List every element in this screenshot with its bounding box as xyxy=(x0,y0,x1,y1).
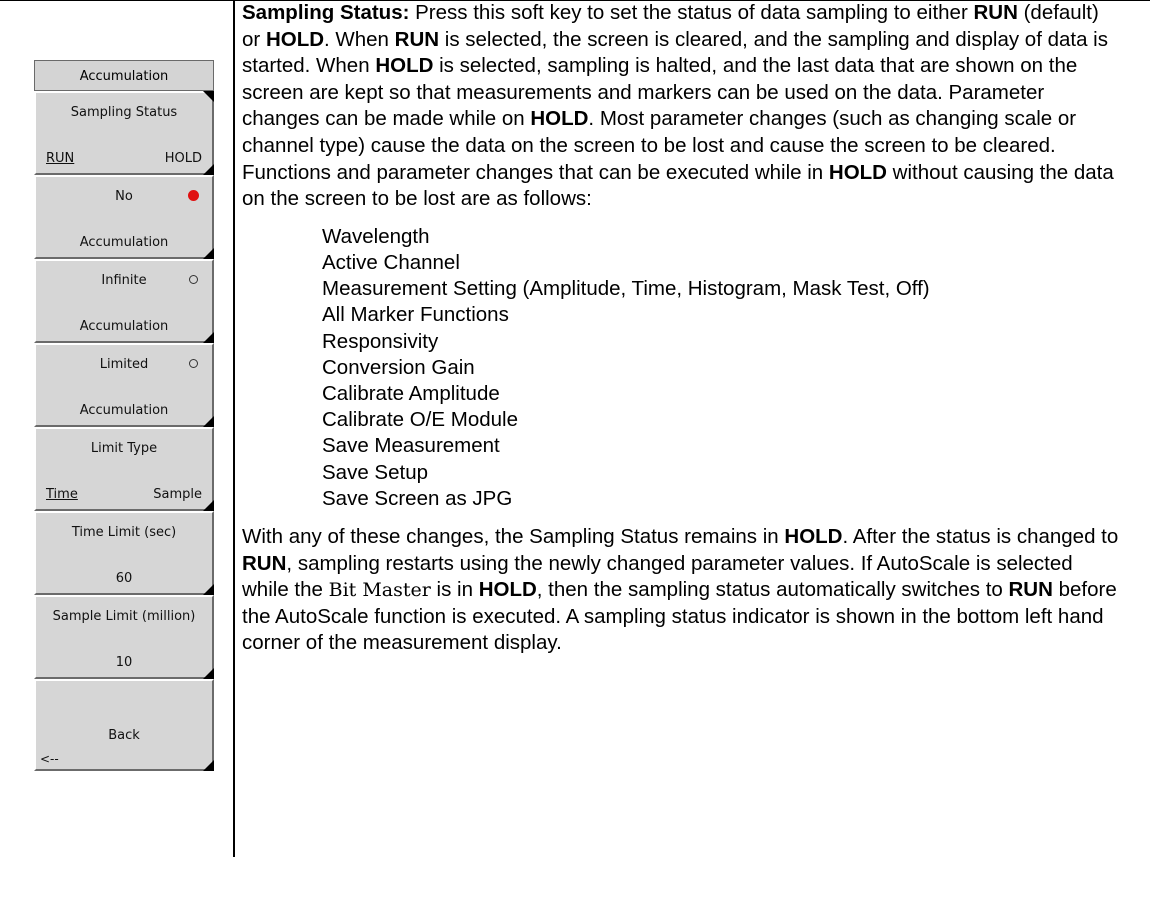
list-item: Wavelength xyxy=(322,224,430,248)
key-label-top: Infinite xyxy=(101,273,147,288)
limited-accumulation-key[interactable]: Limited Accumulation xyxy=(34,343,214,427)
option-hold: HOLD xyxy=(164,151,202,166)
back-key[interactable]: Back <-- xyxy=(34,679,214,771)
corner-marker-icon xyxy=(203,760,214,771)
column-divider xyxy=(233,0,235,857)
menu-title: Accumulation xyxy=(34,60,214,91)
key-label: Limit Type xyxy=(90,441,158,456)
list-item: Measurement Setting (Amplitude, Time, Hi… xyxy=(322,277,930,301)
heading: Sampling Status: xyxy=(242,1,410,24)
key-label: Sampling Status xyxy=(70,105,178,120)
list-item: Calibrate O/E Module xyxy=(322,408,518,432)
paragraph-functions: Functions and parameter changes that can… xyxy=(242,160,1114,211)
radio-unselected-icon xyxy=(189,275,198,284)
function-list: Wavelength Active Channel Measurement Se… xyxy=(322,224,1122,512)
list-item: Responsivity xyxy=(322,329,439,353)
option-sample: Sample xyxy=(153,487,202,502)
back-arrow-icon: <-- xyxy=(40,752,59,766)
key-label-top: No xyxy=(115,189,133,204)
option-run: RUN xyxy=(46,151,75,166)
list-item: Save Measurement xyxy=(322,434,500,458)
corner-marker-icon xyxy=(203,91,214,102)
list-item: Save Setup xyxy=(322,460,428,484)
key-label: Time Limit (sec) xyxy=(71,525,177,540)
corner-marker-icon xyxy=(203,164,214,175)
key-label-bottom: Accumulation xyxy=(79,403,169,418)
key-value: 60 xyxy=(115,571,133,586)
key-label-bottom: Accumulation xyxy=(79,235,169,250)
sampling-status-key[interactable]: Sampling Status RUN HOLD xyxy=(34,91,214,175)
sample-limit-key[interactable]: Sample Limit (million) 10 xyxy=(34,595,214,679)
key-label: Sample Limit (million) xyxy=(52,609,196,624)
product-name: Bit Master xyxy=(328,579,431,602)
paragraph-intro: Sampling Status: Press this soft key to … xyxy=(242,1,1108,157)
description-text: Sampling Status: Press this soft key to … xyxy=(242,0,1122,657)
corner-marker-icon xyxy=(203,500,214,511)
list-item: Conversion Gain xyxy=(322,355,475,379)
key-label: Back xyxy=(108,728,140,743)
radio-unselected-icon xyxy=(189,359,198,368)
paragraph-hold-note: With any of these changes, the Sampling … xyxy=(242,524,1119,655)
infinite-accumulation-key[interactable]: Infinite Accumulation xyxy=(34,259,214,343)
time-limit-key[interactable]: Time Limit (sec) 60 xyxy=(34,511,214,595)
accumulation-menu: Accumulation Sampling Status RUN HOLD No… xyxy=(34,60,214,771)
list-item: Save Screen as JPG xyxy=(322,486,513,510)
radio-selected-icon xyxy=(188,190,199,201)
key-label-bottom: Accumulation xyxy=(79,319,169,334)
list-item: Active Channel xyxy=(322,250,460,274)
no-accumulation-key[interactable]: No Accumulation xyxy=(34,175,214,259)
limit-type-key[interactable]: Limit Type Time Sample xyxy=(34,427,214,511)
key-label-top: Limited xyxy=(99,357,149,372)
option-time: Time xyxy=(46,487,78,502)
list-item: Calibrate Amplitude xyxy=(322,381,500,405)
key-value: 10 xyxy=(115,655,133,670)
list-item: All Marker Functions xyxy=(322,303,509,327)
